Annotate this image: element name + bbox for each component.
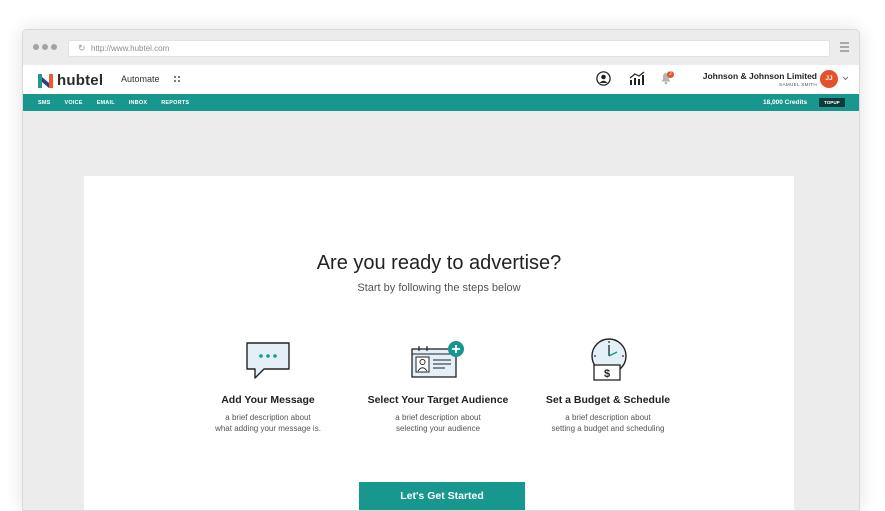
topup-button[interactable]: TOPUP: [819, 98, 845, 107]
step-description: a brief description about selecting your…: [395, 413, 481, 433]
window-dot-close[interactable]: [33, 44, 39, 50]
account-icon[interactable]: [596, 71, 611, 86]
user-name: SAMUEL SMITH: [779, 82, 817, 87]
step-title: Set a Budget & Schedule: [545, 394, 671, 406]
nav-item-voice[interactable]: VOICE: [65, 100, 83, 106]
chevron-down-icon[interactable]: [842, 75, 849, 81]
browser-chrome: ↻ http://www.hubtel.com: [23, 30, 859, 65]
svg-text:$: $: [604, 368, 610, 380]
company-name: Johnson & Johnson Limited: [702, 71, 817, 81]
notification-badge: 2: [667, 71, 674, 78]
chat-bubble-icon: [246, 342, 290, 379]
window-dot-minimize[interactable]: [42, 44, 48, 50]
hubtel-logo[interactable]: hubtel: [38, 72, 103, 89]
nav-item-inbox[interactable]: INBOX: [129, 100, 147, 106]
step-add-message: Add Your Message a brief description abo…: [188, 336, 348, 434]
avatar[interactable]: JJ: [820, 70, 838, 88]
app-header: hubtel Automate 2 Johnson & Johnson Limi…: [23, 65, 859, 94]
analytics-icon[interactable]: [629, 71, 645, 85]
get-started-button[interactable]: Let's Get Started: [359, 482, 525, 510]
address-bar[interactable]: ↻ http://www.hubtel.com: [68, 40, 830, 57]
page-subtitle: Start by following the steps below: [357, 282, 521, 294]
step-description: a brief description about what adding yo…: [215, 413, 321, 433]
hubtel-logo-icon: [38, 73, 53, 88]
nav-item-reports[interactable]: REPORTS: [161, 100, 189, 106]
browser-window: ↻ http://www.hubtel.com hubtel Automate: [22, 29, 860, 511]
onboarding-card: Are you ready to advertise? Start by fol…: [84, 176, 794, 510]
section-title[interactable]: Automate: [121, 74, 160, 84]
main-nav: SMS VOICE EMAIL INBOX REPORTS 18,000 Cre…: [23, 94, 859, 111]
nav-item-email[interactable]: EMAIL: [97, 100, 115, 106]
apps-grid-icon[interactable]: [174, 76, 180, 82]
step-budget-schedule: $ Set a Budget & Schedule a brief descri…: [528, 336, 688, 434]
reload-icon[interactable]: ↻: [78, 43, 86, 54]
nav-item-sms[interactable]: SMS: [38, 100, 51, 106]
browser-menu-icon[interactable]: [840, 42, 849, 54]
address-url[interactable]: http://www.hubtel.com: [91, 43, 169, 54]
clock-dollar-icon: $: [591, 338, 627, 381]
logo-text: hubtel: [57, 72, 104, 89]
credits-balance: 18,000 Credits: [763, 99, 808, 106]
page-title: Are you ready to advertise?: [316, 252, 562, 274]
window-controls: [33, 44, 57, 50]
step-target-audience: Select Your Target Audience a brief desc…: [358, 336, 518, 434]
step-description: a brief description about setting a budg…: [551, 413, 665, 433]
audience-card-icon: [411, 341, 464, 378]
step-title: Select Your Target Audience: [367, 394, 509, 406]
step-title: Add Your Message: [221, 394, 315, 406]
account-info[interactable]: Johnson & Johnson Limited SAMUEL SMITH: [703, 71, 817, 88]
window-dot-maximize[interactable]: [51, 44, 57, 50]
